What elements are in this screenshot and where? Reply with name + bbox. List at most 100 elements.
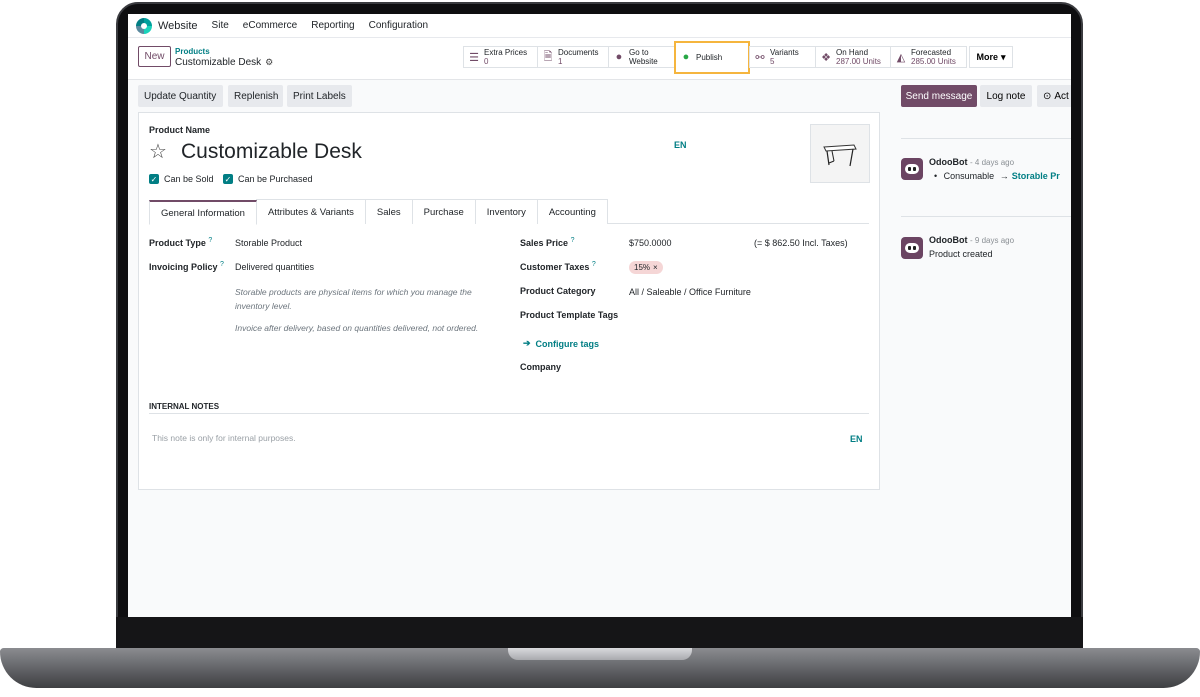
replenish-button[interactable]: Replenish (228, 85, 283, 107)
can-be-purchased-checkbox[interactable]: ✓ Can be Purchased (223, 174, 313, 184)
documents-label: Documents (558, 48, 599, 57)
sales-price-input[interactable]: $750.0000 (629, 238, 672, 248)
product-image[interactable] (810, 124, 870, 183)
activities-button[interactable]: ⊙ Act (1037, 85, 1071, 107)
can-be-sold-checkbox[interactable]: ✓ Can be Sold (149, 174, 214, 184)
remove-tag-icon[interactable]: × (653, 263, 658, 272)
tab-general-information[interactable]: General Information (149, 200, 257, 225)
forecasted-label: Forecasted (911, 48, 952, 57)
check-icon: ✓ (149, 174, 159, 184)
area-chart-icon: ◭ (896, 51, 906, 64)
documents-value: 1 (558, 57, 563, 66)
product-category-select[interactable]: All / Saleable / Office Furniture (629, 287, 751, 297)
on-hand-button[interactable]: ❖ On Hand 287.00 Units (815, 46, 891, 68)
app-name[interactable]: Website (158, 20, 198, 32)
print-labels-button[interactable]: Print Labels (287, 85, 352, 107)
log-note-button[interactable]: Log note (980, 85, 1032, 107)
check-icon: ✓ (223, 174, 233, 184)
update-quantity-button[interactable]: Update Quantity (138, 85, 223, 107)
menu-configuration[interactable]: Configuration (369, 20, 428, 31)
chatter-divider (901, 216, 1071, 217)
extra-prices-value: 0 (484, 57, 489, 66)
on-hand-value: 287.00 Units (836, 57, 881, 66)
product-type-label: Product Type ? (149, 237, 213, 248)
menu-ecommerce[interactable]: eCommerce (243, 20, 297, 31)
message-author: OdooBot - 9 days ago (929, 235, 1015, 245)
chatter-divider (901, 138, 1071, 139)
website-label: Website (629, 57, 658, 66)
product-name-label: Product Name (149, 125, 211, 135)
variants-button[interactable]: ⚯ Variants 5 (749, 46, 816, 68)
variants-label: Variants (770, 48, 799, 57)
breadcrumb-current: Customizable Desk ⚙ (175, 57, 273, 68)
can-be-sold-label: Can be Sold (164, 174, 214, 184)
sitemap-icon: ⚯ (755, 51, 765, 64)
new-button[interactable]: New (138, 46, 171, 67)
message-author: OdooBot - 4 days ago (929, 157, 1015, 167)
invoicing-policy-label: Invoicing Policy ? (149, 261, 224, 272)
document-icon: 🗎 (543, 50, 553, 63)
more-button[interactable]: More ▾ (969, 46, 1013, 68)
message-tracking: • Consumable → Storable Pr (934, 171, 1060, 181)
forecasted-value: 285.00 Units (911, 57, 956, 66)
laptop-frame: Website Site eCommerce Reporting Configu… (0, 0, 1200, 697)
tab-accounting[interactable]: Accounting (536, 199, 608, 224)
form-tabs: General Information Attributes & Variant… (149, 199, 869, 225)
go-to-label: Go to (629, 48, 649, 57)
top-navbar: Website Site eCommerce Reporting Configu… (128, 14, 1071, 38)
translate-button[interactable]: EN (674, 140, 687, 150)
sales-price-label: Sales Price ? (520, 237, 575, 248)
extra-prices-label: Extra Prices (484, 48, 528, 57)
documents-button[interactable]: 🗎 Documents 1 (537, 46, 609, 68)
laptop-notch (508, 648, 692, 660)
tab-sales[interactable]: Sales (364, 199, 413, 224)
star-icon[interactable]: ☆ (149, 139, 167, 164)
clock-icon: ⊙ (1043, 90, 1052, 102)
variants-value: 5 (770, 57, 775, 66)
message-body: Product created (929, 249, 993, 259)
notes-divider (149, 413, 869, 414)
publish-label: Publish (696, 52, 723, 62)
product-type-select[interactable]: Storable Product (235, 238, 302, 248)
avatar (901, 158, 923, 180)
list-icon: ☰ (469, 51, 479, 64)
product-form-sheet: Product Name ☆ Customizable Desk EN ✓ Ca… (138, 112, 880, 490)
internal-notes-input[interactable]: This note is only for internal purposes. (152, 433, 296, 443)
tax-tag[interactable]: 15% × (629, 261, 663, 274)
menu-reporting[interactable]: Reporting (311, 20, 354, 31)
notes-translate-button[interactable]: EN (850, 434, 863, 444)
configure-tags-link[interactable]: ➔ Configure tags (523, 338, 599, 349)
publish-button[interactable]: ● Publish (676, 46, 748, 68)
breadcrumb-parent[interactable]: Products (175, 47, 210, 56)
more-label: More (976, 52, 998, 62)
go-to-website-button[interactable]: ● Go to Website (608, 46, 675, 68)
app-screen: Website Site eCommerce Reporting Configu… (128, 14, 1071, 617)
breadcrumb-current-label: Customizable Desk (175, 57, 262, 68)
product-category-label: Product Category (520, 286, 596, 296)
extra-prices-button[interactable]: ☰ Extra Prices 0 (463, 46, 538, 68)
company-label: Company (520, 362, 562, 372)
desk-image-icon (823, 143, 857, 166)
arrow-right-icon: ➔ (523, 338, 531, 348)
storable-help-text: Storable products are physical items for… (235, 287, 472, 311)
internal-notes-title: INTERNAL NOTES (149, 402, 220, 411)
send-message-button[interactable]: Send message (901, 85, 977, 107)
invoice-help-text: Invoice after delivery, based on quantit… (235, 323, 479, 333)
globe-icon: ● (615, 51, 623, 63)
product-name-input[interactable]: Customizable Desk (181, 140, 362, 164)
customer-taxes-label: Customer Taxes ? (520, 261, 596, 272)
forecasted-button[interactable]: ◭ Forecasted 285.00 Units (890, 46, 967, 68)
activities-label: Act (1054, 90, 1069, 102)
menu-site[interactable]: Site (212, 20, 229, 31)
app-logo-icon[interactable] (136, 17, 152, 34)
tab-inventory[interactable]: Inventory (474, 199, 538, 224)
can-be-purchased-label: Can be Purchased (238, 174, 313, 184)
invoicing-policy-select[interactable]: Delivered quantities (235, 262, 314, 272)
incl-taxes-text: (= $ 862.50 Incl. Taxes) (754, 238, 848, 248)
avatar (901, 237, 923, 259)
gear-icon[interactable]: ⚙ (265, 57, 273, 68)
tab-purchase[interactable]: Purchase (411, 199, 476, 224)
template-tags-label: Product Template Tags (520, 310, 619, 320)
tab-attributes-variants[interactable]: Attributes & Variants (255, 199, 366, 224)
globe-publish-icon: ● (682, 51, 690, 63)
